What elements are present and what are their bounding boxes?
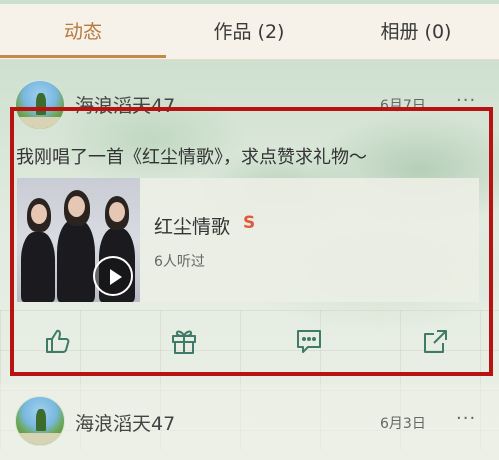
tab-album[interactable]: 相册 (0) xyxy=(333,4,499,56)
like-icon[interactable] xyxy=(43,326,73,356)
song-title[interactable]: 红尘情歌 xyxy=(154,212,230,239)
song-cover-image xyxy=(17,178,140,302)
active-tab-indicator xyxy=(0,55,166,58)
post-text: 我刚唱了一首《红尘情歌》，求点赞求礼物～ xyxy=(16,147,367,168)
post-date: 6月7日 xyxy=(380,98,426,114)
gift-icon[interactable] xyxy=(169,326,199,356)
post-username[interactable]: 海浪滔天47 xyxy=(75,409,175,436)
tab-works[interactable]: 作品 (2) xyxy=(166,4,332,56)
post-username[interactable]: 海浪滔天47 xyxy=(75,91,175,118)
share-icon[interactable] xyxy=(421,326,451,356)
more-options-icon[interactable]: ··· xyxy=(456,408,476,429)
more-options-icon[interactable]: ··· xyxy=(456,90,476,111)
song-card[interactable]: 红尘情歌 S 6人听过 xyxy=(17,178,479,302)
comment-icon[interactable] xyxy=(294,326,324,356)
tab-bar: 动态 作品 (2) 相册 (0) xyxy=(0,0,499,60)
song-grade-badge: S xyxy=(243,213,256,233)
post-date: 6月3日 xyxy=(380,416,426,432)
avatar[interactable] xyxy=(15,396,65,446)
avatar[interactable] xyxy=(15,80,65,130)
play-icon[interactable] xyxy=(93,256,133,296)
tab-activity[interactable]: 动态 xyxy=(0,4,166,56)
listener-count: 6人听过 xyxy=(154,254,205,270)
